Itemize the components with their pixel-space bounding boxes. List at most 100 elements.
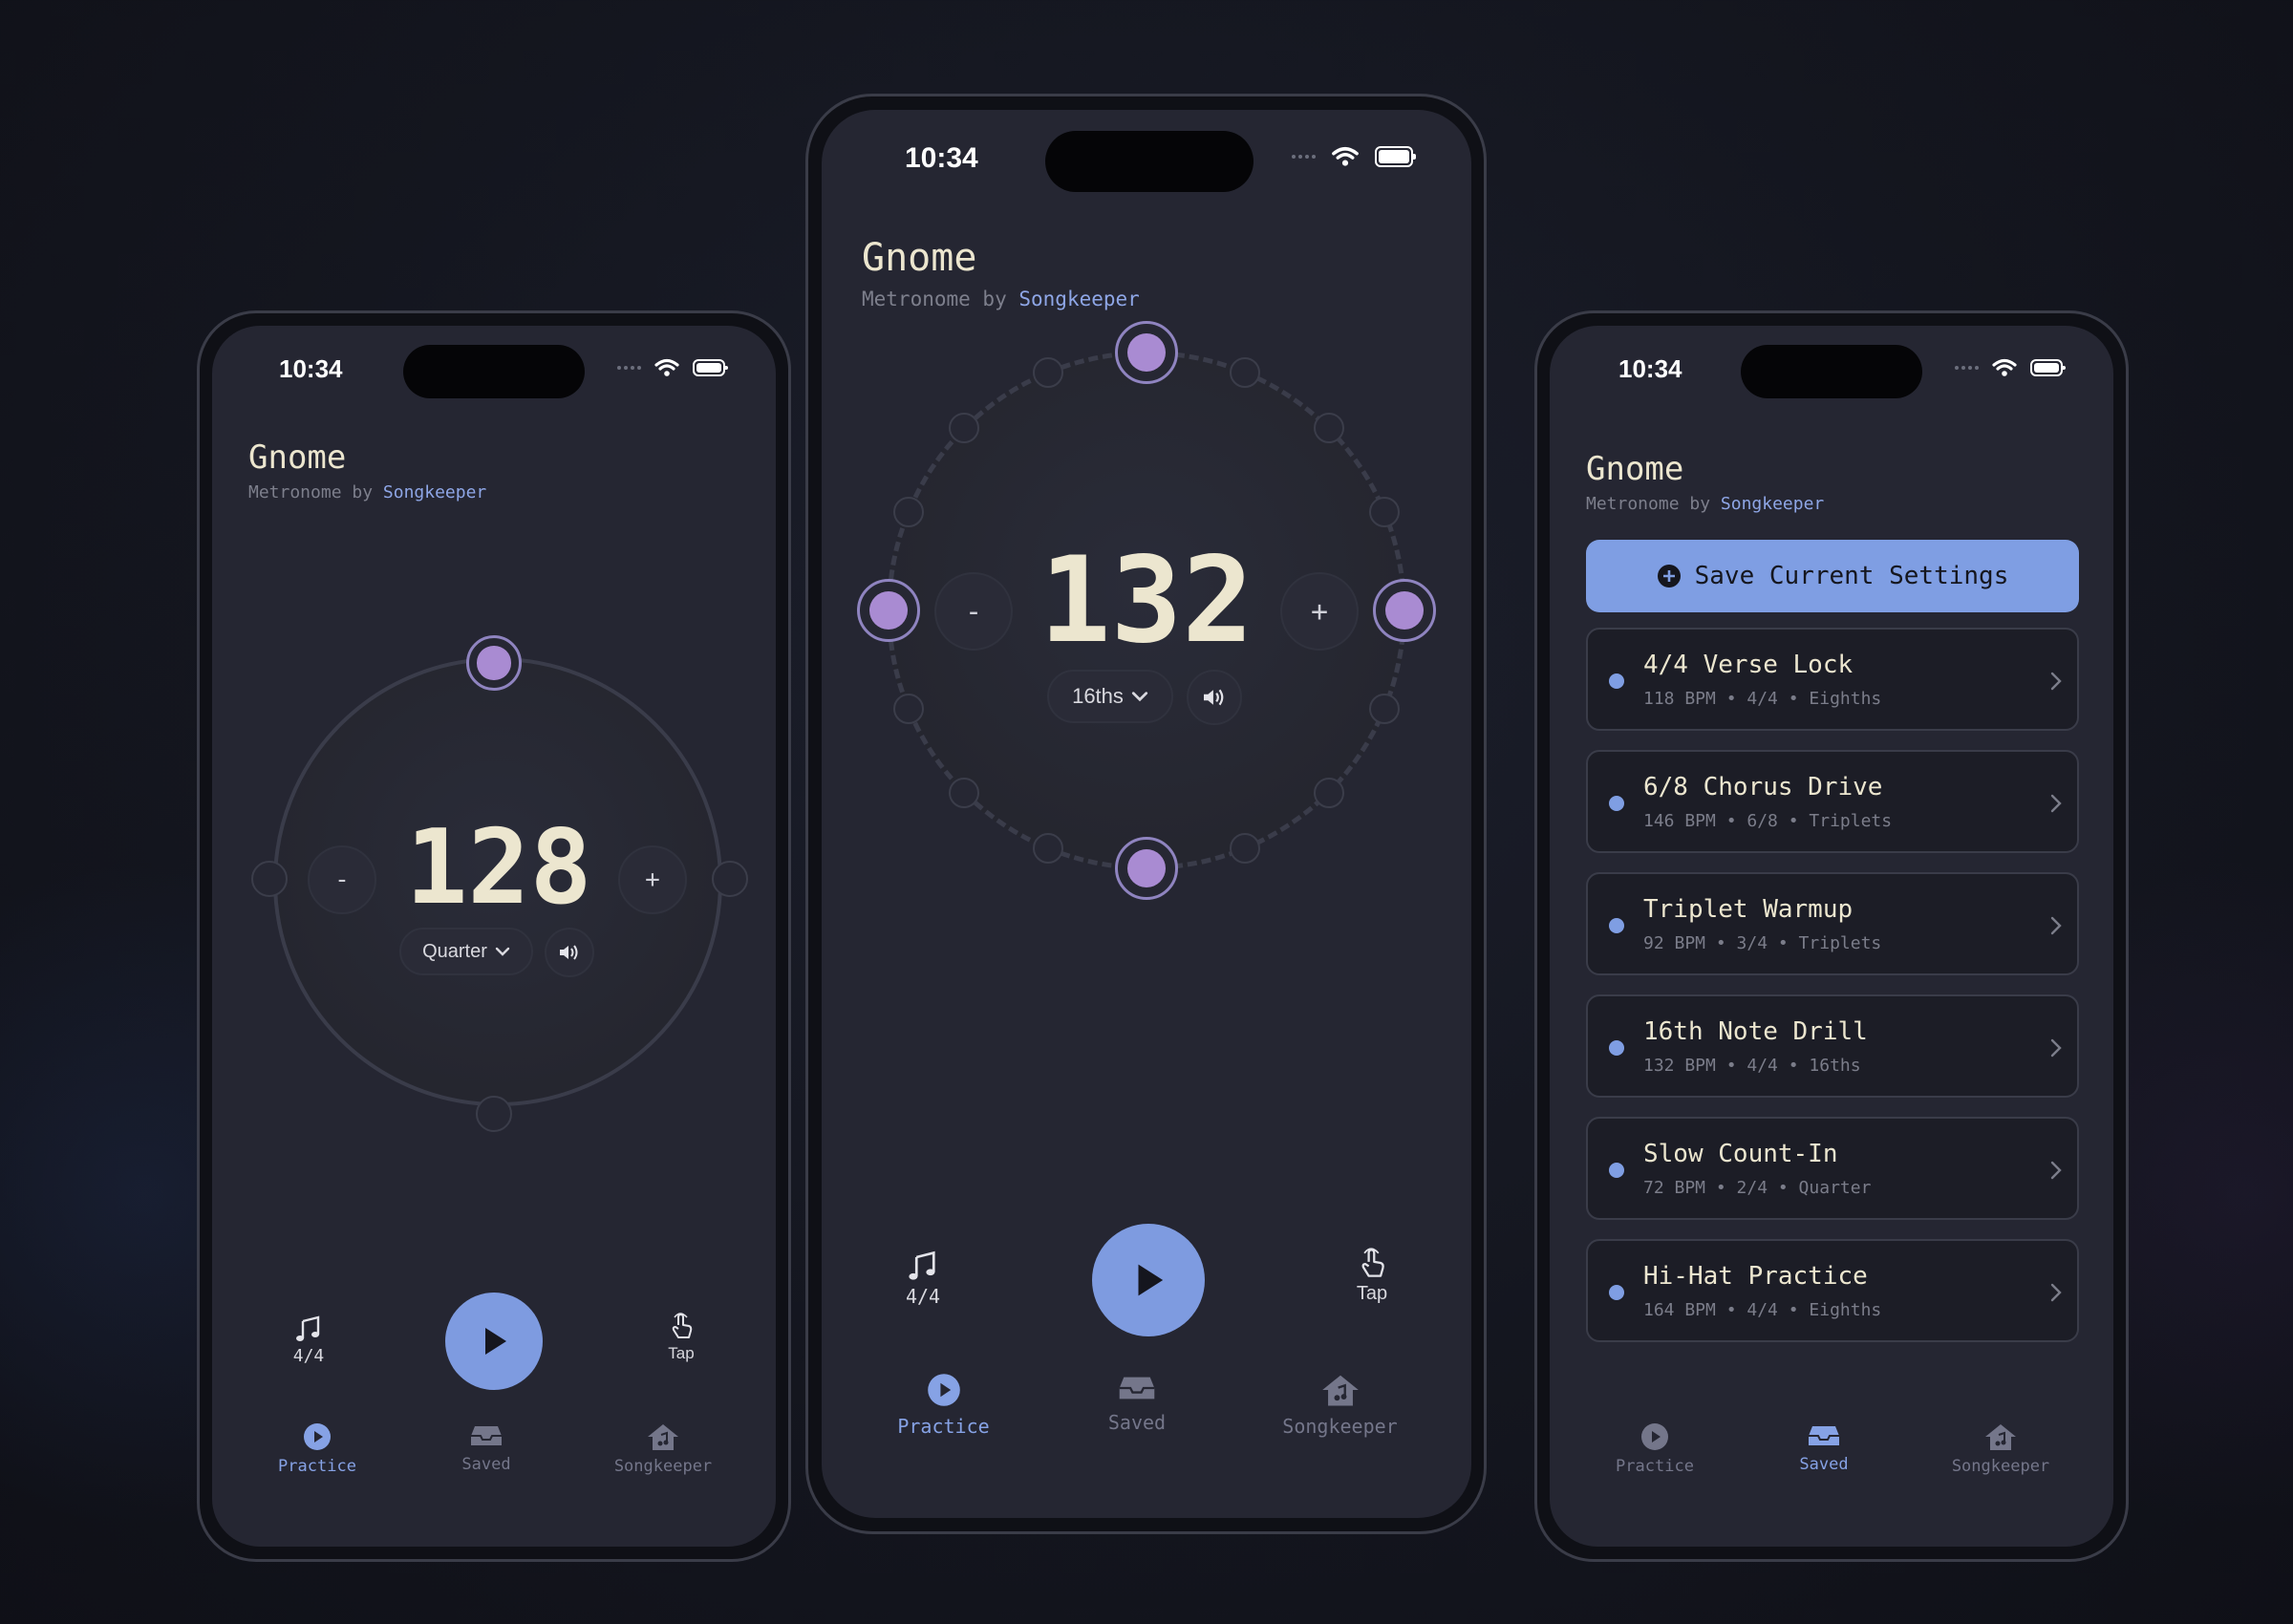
status-icons (1292, 146, 1416, 167)
bpm-value: 128 (405, 808, 592, 928)
beat-node-11[interactable] (949, 777, 980, 808)
preset-name: 16th Note Drill (1643, 1017, 1868, 1046)
tab-songkeeper[interactable]: Songkeeper (1905, 1422, 2096, 1476)
play-circle-icon (304, 1423, 331, 1450)
music-notes-icon (296, 1315, 320, 1341)
screen: 10:34 Gnome Metronome by Songkeeper - 13… (822, 110, 1471, 1518)
preset-item[interactable]: Hi-Hat Practice 164 BPM • 4/4 • Eighths (1586, 1239, 2079, 1342)
songkeeper-link[interactable]: Songkeeper (1721, 494, 1824, 514)
preset-item[interactable]: Triplet Warmup 92 BPM • 3/4 • Triplets (1586, 872, 2079, 975)
increase-bpm-button[interactable]: + (618, 845, 687, 914)
app-title: Gnome (248, 438, 347, 477)
tab-songkeeper[interactable]: Songkeeper (1228, 1373, 1452, 1438)
subdivision-dropdown[interactable]: 16ths (1047, 670, 1173, 723)
play-circle-icon (1641, 1423, 1668, 1450)
wifi-icon (1332, 146, 1359, 166)
preset-name: 4/4 Verse Lock (1643, 651, 1854, 679)
play-icon (485, 1328, 506, 1355)
preset-item[interactable]: 16th Note Drill 132 BPM • 4/4 • 16ths (1586, 994, 2079, 1098)
battery-icon (693, 359, 728, 376)
tap-label: Tap (668, 1344, 695, 1362)
status-icons (1955, 358, 2066, 377)
beat-node-6[interactable] (1369, 694, 1401, 725)
preset-item[interactable]: 4/4 Verse Lock 118 BPM • 4/4 • Eighths (1586, 628, 2079, 731)
tab-practice-label: Practice (278, 1457, 356, 1476)
beat-node-1[interactable] (1115, 321, 1178, 384)
signal-icon (617, 366, 641, 370)
preset-item[interactable]: Slow Count-In 72 BPM • 2/4 • Quarter (1586, 1117, 2079, 1220)
beat-node-3[interactable] (1313, 413, 1344, 444)
beat-node-5[interactable] (1373, 579, 1436, 642)
save-current-settings-button[interactable]: Save Current Settings (1586, 540, 2079, 612)
dynamic-island (1741, 345, 1922, 398)
tab-bar: Practice Saved Songkeeper (841, 1373, 1452, 1438)
beat-node-13[interactable] (857, 579, 920, 642)
inbox-tray-icon (1809, 1426, 1839, 1445)
tab-songkeeper[interactable]: Songkeeper (568, 1422, 759, 1476)
save-button-label: Save Current Settings (1694, 562, 2009, 590)
tab-songkeeper-label: Songkeeper (1282, 1415, 1398, 1438)
status-time: 10:34 (905, 142, 978, 174)
songkeeper-link[interactable]: Songkeeper (1018, 288, 1139, 310)
beat-node-4[interactable] (1369, 496, 1401, 527)
beat-node-8[interactable] (1230, 833, 1261, 865)
preset-meta: 146 BPM • 6/8 • Triplets (1643, 811, 1893, 831)
beat-node-7[interactable] (1313, 777, 1344, 808)
chevron-down-icon (495, 947, 510, 956)
time-signature-label: 4/4 (292, 1346, 325, 1366)
preset-item[interactable]: 6/8 Chorus Drive 146 BPM • 6/8 • Triplets (1586, 750, 2079, 853)
wifi-icon (1992, 358, 2017, 376)
beat-node-16[interactable] (1032, 356, 1063, 388)
decrease-bpm-button[interactable]: - (308, 845, 376, 914)
decrease-bpm-button[interactable]: - (934, 572, 1013, 651)
preset-meta: 92 BPM • 3/4 • Triplets (1643, 933, 1882, 953)
increase-bpm-button[interactable]: + (1280, 572, 1359, 651)
beat-node-1[interactable] (466, 635, 522, 691)
songkeeper-link[interactable]: Songkeeper (383, 482, 486, 502)
tab-saved[interactable]: Saved (405, 1422, 568, 1476)
preset-name: Triplet Warmup (1643, 895, 1854, 924)
beat-node-2[interactable] (1230, 356, 1261, 388)
beat-node-4[interactable] (251, 861, 288, 897)
beat-node-9[interactable] (1115, 837, 1178, 900)
preset-dot (1609, 1285, 1624, 1300)
chevron-right-icon (2050, 1283, 2062, 1302)
beat-node-15[interactable] (949, 413, 980, 444)
preset-name: 6/8 Chorus Drive (1643, 773, 1883, 801)
tap-tempo-button[interactable]: Tap (648, 1312, 715, 1363)
status-icons (617, 358, 728, 377)
play-button[interactable] (1092, 1224, 1205, 1336)
time-signature-control[interactable]: 4/4 (885, 1250, 961, 1308)
beat-node-12[interactable] (892, 694, 924, 725)
tab-practice[interactable]: Practice (841, 1373, 1046, 1438)
signal-icon (1955, 366, 1979, 370)
chevron-right-icon (2050, 672, 2062, 691)
tab-songkeeper-label: Songkeeper (1951, 1457, 2050, 1476)
dynamic-island (403, 345, 585, 398)
preset-name: Slow Count-In (1643, 1140, 1838, 1168)
time-signature-control[interactable]: 4/4 (275, 1315, 342, 1366)
tap-tempo-button[interactable]: Tap (1334, 1247, 1410, 1305)
subdivision-label: 16ths (1072, 684, 1124, 708)
beat-node-3[interactable] (476, 1096, 512, 1132)
beat-node-10[interactable] (1032, 833, 1063, 865)
tab-practice[interactable]: Practice (1567, 1422, 1743, 1476)
subdivision-dropdown[interactable]: Quarter (399, 928, 533, 975)
battery-icon (1375, 146, 1416, 167)
tab-saved[interactable]: Saved (1743, 1422, 1905, 1476)
tab-practice[interactable]: Practice (229, 1422, 405, 1476)
play-button[interactable] (445, 1293, 543, 1390)
tab-saved-label: Saved (1107, 1411, 1167, 1434)
beat-node-2[interactable] (712, 861, 748, 897)
speaker-icon (1204, 689, 1224, 706)
chevron-right-icon (2050, 1161, 2062, 1180)
tab-saved[interactable]: Saved (1046, 1373, 1228, 1438)
tab-bar: Practice Saved Songkeeper (1567, 1422, 2096, 1476)
beat-node-14[interactable] (892, 496, 924, 527)
tab-practice-label: Practice (1616, 1457, 1694, 1476)
tab-saved-label: Saved (1799, 1455, 1849, 1474)
sound-toggle-button[interactable] (545, 928, 594, 977)
play-icon (1138, 1264, 1164, 1296)
sound-toggle-button[interactable] (1187, 670, 1242, 725)
tap-hand-icon (1361, 1248, 1384, 1277)
